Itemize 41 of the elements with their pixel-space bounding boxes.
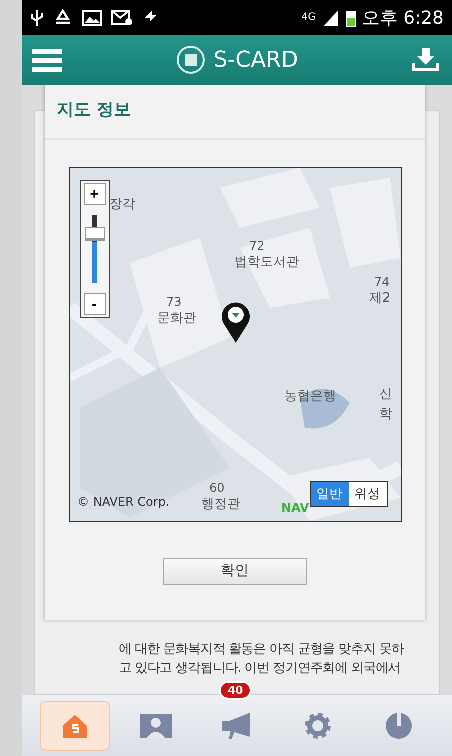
map-label: 73	[166, 296, 182, 308]
power-icon	[385, 712, 414, 740]
map-label: 제2	[370, 292, 391, 305]
map-label: 행정관	[202, 498, 240, 511]
clock: 오후 6:28	[362, 6, 444, 30]
map-label: 장각	[110, 198, 136, 211]
zoom-handle[interactable]	[84, 226, 104, 241]
map-copyright: © NAVER Corp.	[78, 495, 170, 509]
profile-icon	[140, 714, 172, 738]
image-icon	[82, 10, 102, 26]
battery-icon	[346, 8, 356, 26]
megaphone-icon	[220, 712, 253, 740]
map-label: 농협은행	[284, 390, 336, 403]
signal-icon	[322, 8, 340, 26]
gear-icon	[304, 712, 332, 740]
download-icon[interactable]	[412, 47, 440, 73]
article-text: 고 있다고 생각됩니다. 이번 정기연주회에 외국에서	[119, 660, 401, 678]
map-logo: NAV	[282, 501, 310, 515]
map-label: 72	[250, 240, 265, 252]
map-label: 학	[380, 408, 392, 421]
map-pin-icon[interactable]	[220, 300, 252, 344]
usb-icon	[30, 8, 44, 26]
map-label: 문화관	[158, 312, 196, 325]
article-text: 에 대한 문화복지적 활동은 아직 균형을 맞추지 못하	[119, 641, 404, 659]
confirm-button[interactable]: 확인	[163, 558, 307, 584]
zoom-in-button[interactable]: +	[84, 183, 106, 205]
map-type-toggle[interactable]: 위성	[348, 482, 386, 506]
mail-icon	[111, 10, 133, 26]
home-icon	[62, 714, 88, 738]
zoom-out-button[interactable]: -	[84, 293, 106, 315]
network-label: 4G	[302, 12, 316, 22]
menu-icon[interactable]	[32, 48, 62, 72]
map-label: 신	[380, 388, 392, 401]
map-label: 74	[374, 276, 390, 288]
emblem-icon	[176, 45, 206, 75]
map-label: 60	[210, 482, 225, 494]
app-title: S-CARD	[214, 48, 298, 72]
map-type-toggle[interactable]: 일반	[310, 482, 348, 506]
nav-tab[interactable]	[40, 700, 110, 750]
dialog-title: 지도 정보	[45, 85, 425, 140]
map-label: 법학도서관	[234, 256, 300, 269]
